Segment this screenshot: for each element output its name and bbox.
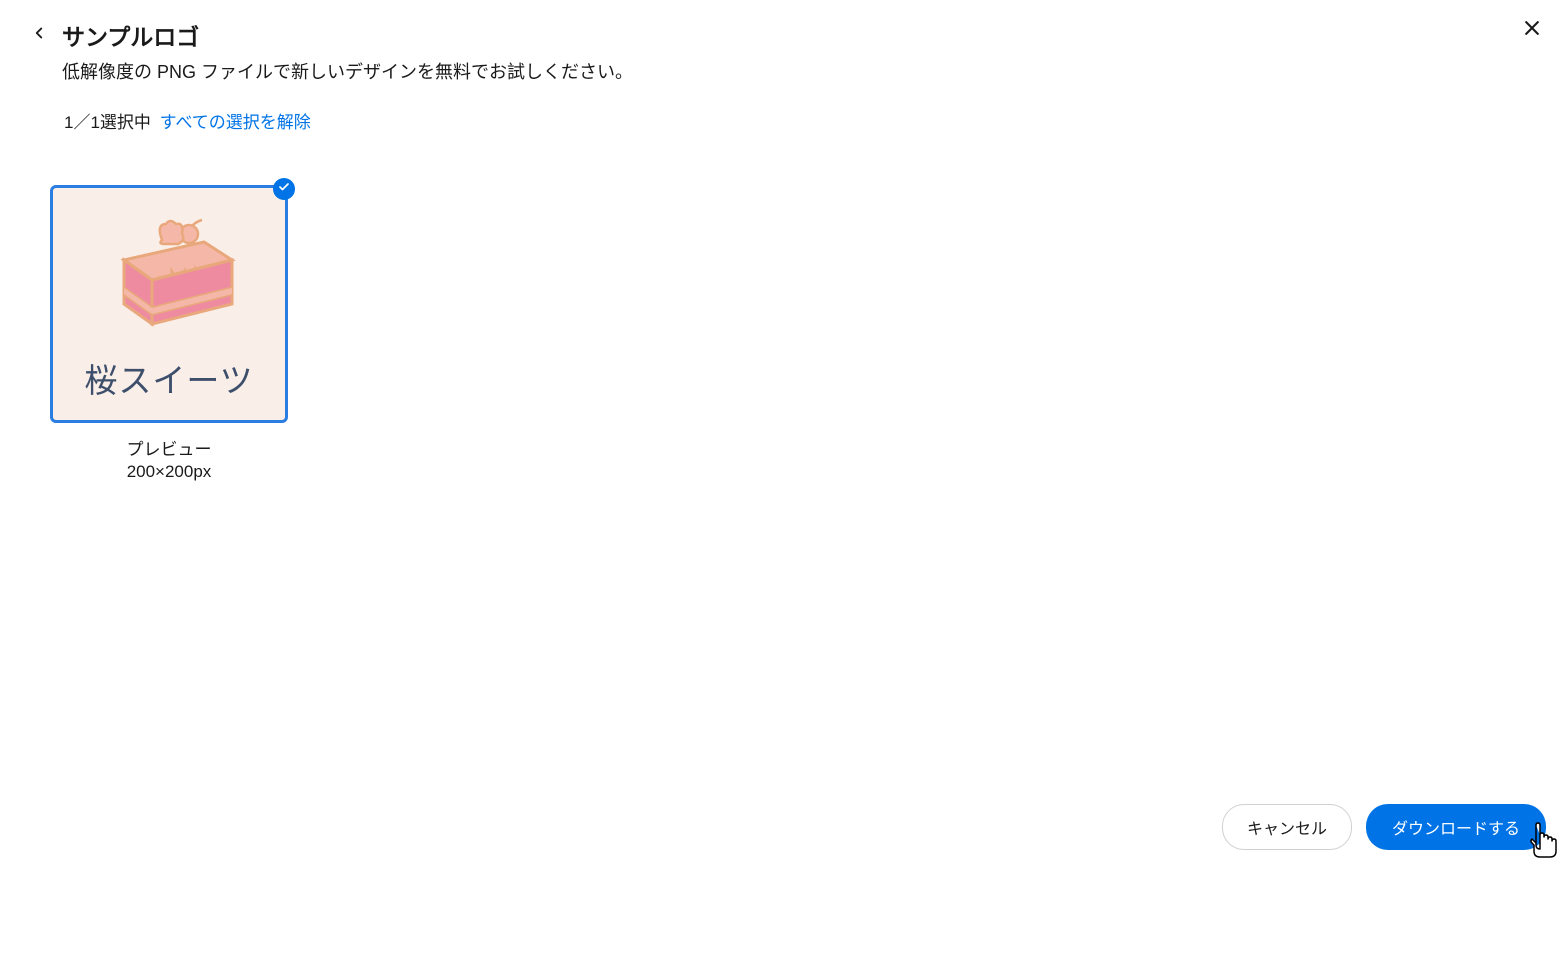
selected-badge (273, 178, 295, 200)
chevron-left-icon (30, 30, 48, 45)
download-button[interactable]: ダウンロードする (1366, 804, 1546, 850)
close-button[interactable] (1518, 14, 1546, 45)
page-title: サンプルロゴ (62, 18, 1534, 52)
page-subtitle: 低解像度の PNG ファイルで新しいデザインを無料でお試しください。 (62, 58, 1534, 84)
close-icon (1522, 26, 1542, 41)
thumbnail-preview[interactable]: 桜スイーツ (50, 185, 288, 423)
cancel-button[interactable]: キャンセル (1222, 804, 1352, 850)
check-icon (278, 180, 290, 198)
thumbnail-item: 桜スイーツ プレビュー 200×200px (50, 185, 288, 482)
deselect-all-link[interactable]: すべての選択を解除 (160, 113, 311, 132)
thumbnail-size: 200×200px (127, 462, 212, 482)
back-button[interactable] (30, 18, 56, 45)
cake-logo-icon (94, 212, 244, 342)
selection-count: 1／1選択中 (64, 113, 151, 132)
thumbnail-label: プレビュー (127, 435, 212, 460)
logo-text: 桜スイーツ (84, 354, 253, 402)
